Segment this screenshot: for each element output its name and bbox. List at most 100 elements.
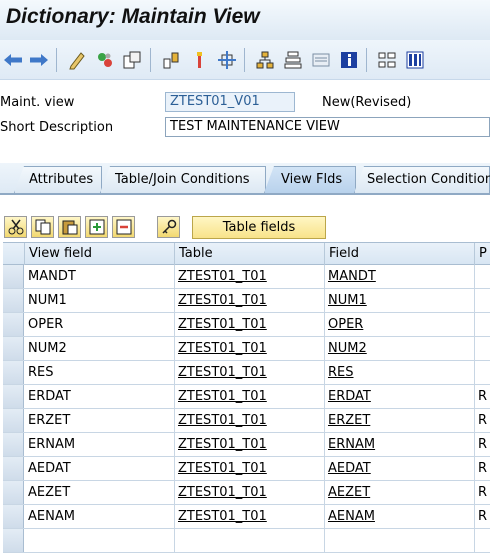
field-cell[interactable]: NUM1 — [325, 289, 475, 312]
p-cell[interactable]: R — [475, 505, 490, 528]
paste-button[interactable] — [58, 216, 81, 238]
view-field-cell[interactable]: AEDAT — [25, 457, 175, 480]
p-cell[interactable]: R — [475, 481, 490, 504]
tab-view-flds[interactable]: View Flds — [264, 166, 356, 193]
row-selector[interactable] — [3, 505, 24, 528]
row-selector[interactable] — [3, 313, 24, 336]
field-cell[interactable]: ERDAT — [325, 385, 475, 408]
view-field-cell[interactable]: NUM1 — [25, 289, 175, 312]
where-used-icon[interactable] — [188, 49, 210, 71]
view-field-cell[interactable]: RES — [25, 361, 175, 384]
p-cell[interactable]: R — [475, 457, 490, 480]
field-cell[interactable]: ERNAM — [325, 433, 475, 456]
structure-icon[interactable] — [376, 49, 398, 71]
p-cell[interactable]: R — [475, 409, 490, 432]
list-icon[interactable] — [310, 49, 332, 71]
change-display-icon[interactable] — [66, 49, 88, 71]
row-selector[interactable] — [3, 529, 24, 552]
field-cell[interactable]: ERZET — [325, 409, 475, 432]
field-cell[interactable]: AEDAT — [325, 457, 475, 480]
row-selector[interactable] — [3, 481, 24, 504]
table-fields-button[interactable]: Table fields — [192, 216, 326, 239]
field-cell[interactable] — [325, 529, 475, 552]
maint-view-field[interactable]: ZTEST01_V01 — [165, 92, 295, 112]
view-field-cell[interactable]: ERZET — [25, 409, 175, 432]
table-cell[interactable]: ZTEST01_T01 — [175, 409, 325, 432]
short-description-field[interactable]: TEST MAINTENANCE VIEW — [165, 117, 490, 137]
info-icon[interactable] — [338, 49, 360, 71]
p-cell[interactable]: R — [475, 433, 490, 456]
insert-row-icon — [89, 219, 104, 235]
tab-attributes[interactable]: Attributes — [14, 166, 102, 193]
row-selector[interactable] — [3, 265, 24, 288]
row-selector[interactable] — [3, 433, 24, 456]
view-field-cell[interactable]: ERNAM — [25, 433, 175, 456]
view-field-cell[interactable]: MANDT — [25, 265, 175, 288]
table-cell[interactable]: ZTEST01_T01 — [175, 385, 325, 408]
p-cell[interactable] — [475, 361, 490, 384]
activate-icon[interactable] — [94, 49, 116, 71]
table-cell[interactable]: ZTEST01_T01 — [175, 505, 325, 528]
row-selector[interactable] — [3, 457, 24, 480]
navigate-icon[interactable] — [216, 49, 238, 71]
table-cell[interactable]: ZTEST01_T01 — [175, 433, 325, 456]
select-all-header[interactable] — [3, 243, 25, 265]
field-cell[interactable]: AEZET — [325, 481, 475, 504]
key-icon — [161, 219, 176, 234]
view-field-cell[interactable] — [25, 529, 175, 552]
view-field-cell[interactable]: OPER — [25, 313, 175, 336]
row-selector[interactable] — [3, 385, 24, 408]
p-cell[interactable] — [475, 289, 490, 312]
p-cell[interactable] — [475, 313, 490, 336]
header-table[interactable]: Table — [175, 243, 325, 265]
check-icon[interactable] — [160, 49, 182, 71]
columns-icon[interactable] — [404, 49, 426, 71]
view-field-cell[interactable]: NUM2 — [25, 337, 175, 360]
forward-arrow-icon[interactable] — [28, 49, 50, 71]
table-cell[interactable]: ZTEST01_T01 — [175, 481, 325, 504]
p-cell[interactable] — [475, 265, 490, 288]
tab-baseline — [0, 193, 490, 195]
table-cell[interactable]: ZTEST01_T01 — [175, 289, 325, 312]
view-field-cell[interactable]: AEZET — [25, 481, 175, 504]
tab-selection-conditions[interactable]: Selection Conditions — [354, 166, 490, 193]
key-button[interactable] — [157, 216, 180, 238]
copy-button[interactable] — [31, 216, 54, 238]
row-selector[interactable] — [3, 361, 24, 384]
tab-label: Selection Conditions — [367, 172, 490, 187]
delete-row-button[interactable] — [112, 216, 135, 238]
p-cell[interactable] — [475, 529, 490, 552]
scissors-icon — [8, 219, 23, 235]
field-cell[interactable]: RES — [325, 361, 475, 384]
table-cell[interactable]: ZTEST01_T01 — [175, 265, 325, 288]
table-row: ERZET ZTEST01_T01 ERZET R — [3, 409, 490, 433]
other-object-icon[interactable] — [121, 49, 143, 71]
toolbar-separator — [366, 48, 367, 72]
row-selector[interactable] — [3, 289, 24, 312]
table-cell[interactable]: ZTEST01_T01 — [175, 337, 325, 360]
row-selector[interactable] — [3, 337, 24, 360]
table-cell[interactable] — [175, 529, 325, 552]
field-cell[interactable]: MANDT — [325, 265, 475, 288]
table-cell[interactable]: ZTEST01_T01 — [175, 361, 325, 384]
field-cell[interactable]: OPER — [325, 313, 475, 336]
field-cell[interactable]: NUM2 — [325, 337, 475, 360]
back-arrow-icon[interactable] — [2, 49, 24, 71]
header-field[interactable]: Field — [325, 243, 475, 265]
hierarchy-icon[interactable] — [254, 49, 276, 71]
field-cell[interactable]: AENAM — [325, 505, 475, 528]
table-cell[interactable]: ZTEST01_T01 — [175, 313, 325, 336]
insert-row-button[interactable] — [85, 216, 108, 238]
table-cell[interactable]: ZTEST01_T01 — [175, 457, 325, 480]
p-cell[interactable] — [475, 337, 490, 360]
view-field-cell[interactable]: ERDAT — [25, 385, 175, 408]
tab-table-join-conditions[interactable]: Table/Join Conditions — [100, 166, 266, 193]
row-selector[interactable] — [3, 409, 24, 432]
view-field-cell[interactable]: AENAM — [25, 505, 175, 528]
header-p[interactable]: P — [475, 243, 490, 265]
cut-button[interactable] — [4, 216, 27, 238]
header-view-field[interactable]: View field — [25, 243, 175, 265]
paste-icon — [62, 220, 77, 235]
p-cell[interactable]: R — [475, 385, 490, 408]
tree-icon[interactable] — [282, 49, 304, 71]
